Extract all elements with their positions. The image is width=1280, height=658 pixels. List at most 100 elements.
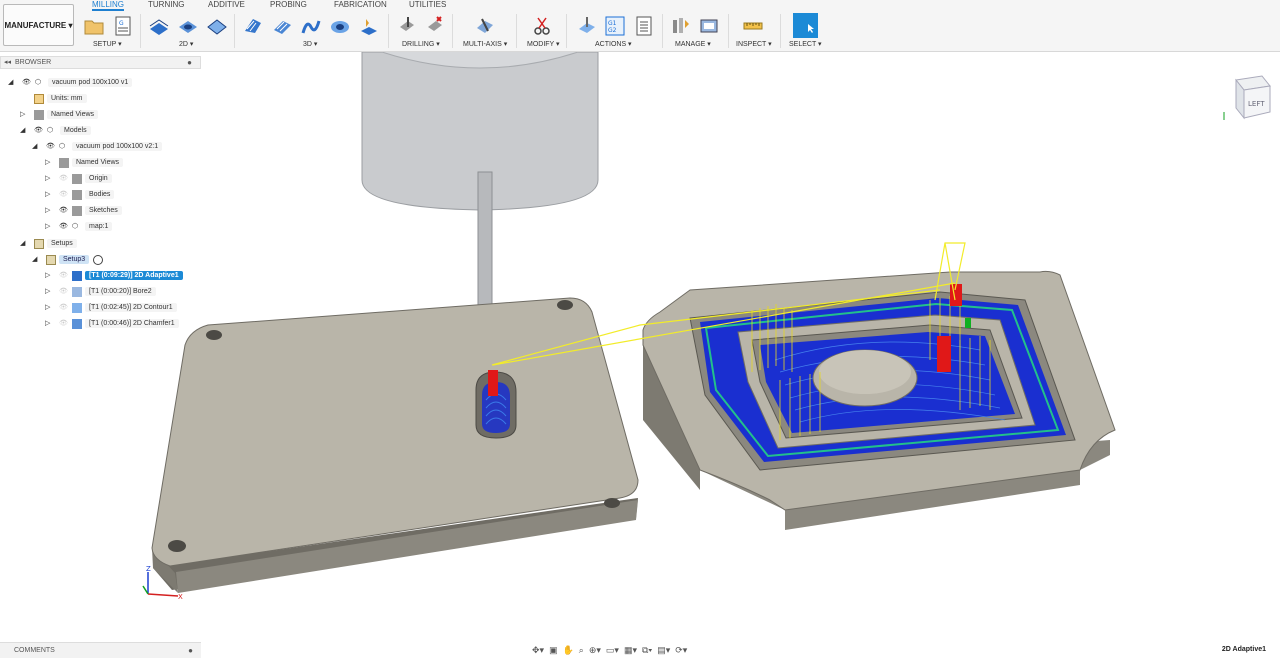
expand-arrow-icon[interactable]: ◢	[32, 255, 40, 265]
drill-icon[interactable]	[396, 15, 418, 37]
visibility-eye-icon[interactable]: 👁	[59, 206, 69, 216]
3d-parallel-icon[interactable]	[300, 15, 322, 37]
3d-adaptive-icon[interactable]	[242, 15, 264, 37]
multi-axis-icon[interactable]	[474, 15, 496, 37]
refresh-view-icon[interactable]: ⟳▾	[675, 645, 687, 656]
pan-hand-icon[interactable]: ✋	[563, 645, 574, 656]
visibility-eye-hidden-icon[interactable]: 👁	[59, 319, 69, 329]
group-2d[interactable]: 2D ▾	[179, 40, 193, 48]
visibility-eye-icon[interactable]: 👁	[46, 142, 56, 152]
tree-row-named-views[interactable]: ▷ Named Views	[20, 107, 99, 122]
tree-row-setup3[interactable]: ◢ Setup3	[32, 252, 106, 267]
post-process-icon[interactable]: G1G2	[604, 15, 626, 37]
tree-row-bodies[interactable]: ▷ 👁 Bodies	[45, 187, 115, 202]
nc-program-icon[interactable]: G	[112, 15, 134, 37]
expand-arrow-icon[interactable]: ▷	[45, 158, 53, 168]
expand-arrow-icon[interactable]: ◢	[32, 142, 40, 152]
select-cursor-icon[interactable]	[793, 13, 818, 38]
tree-row-document[interactable]: ◢ 👁 ⬡ vacuum pod 100x100 v1	[8, 75, 133, 90]
tab-utilities[interactable]: UTILITIES	[409, 0, 446, 11]
expand-arrow-icon[interactable]: ▷	[45, 271, 53, 281]
browser-options-icon[interactable]: ●	[187, 57, 192, 69]
add-comment-icon[interactable]: ●	[188, 643, 193, 658]
2d-adaptive-icon[interactable]	[148, 15, 170, 37]
grid-settings-icon[interactable]: ▦▾	[624, 645, 637, 656]
comments-panel[interactable]: COMMENTS ●	[0, 642, 201, 658]
expand-arrow-icon[interactable]: ◢	[20, 239, 28, 249]
look-at-icon[interactable]: ▣	[549, 645, 558, 656]
thread-icon[interactable]	[424, 15, 446, 37]
expand-arrow-icon[interactable]: ▷	[20, 110, 28, 120]
expand-arrow-icon[interactable]: ◢	[20, 126, 28, 136]
tree-row-models[interactable]: ◢ 👁 ⬡ Models	[20, 123, 91, 138]
machine-library-icon[interactable]	[698, 15, 720, 37]
setup-sheet-icon[interactable]	[633, 15, 655, 37]
visibility-eye-icon[interactable]: 👁	[22, 78, 32, 88]
scissors-icon[interactable]	[531, 15, 553, 37]
expand-arrow-icon[interactable]: ▷	[45, 222, 53, 232]
visibility-eye-hidden-icon[interactable]: 👁	[59, 190, 69, 200]
tree-row-2d-chamfer[interactable]: ▷ 👁 [T1 (0:00:46)] 2D Chamfer1	[45, 316, 179, 331]
expand-arrow-icon[interactable]: ▷	[45, 303, 53, 313]
tab-probing[interactable]: PROBING	[270, 0, 307, 11]
tree-row-origin[interactable]: ▷ 👁 Origin	[45, 171, 112, 186]
group-inspect[interactable]: INSPECT ▾	[736, 40, 772, 48]
viewports-icon[interactable]: ⧉▾	[642, 645, 652, 656]
active-setup-radio-icon[interactable]	[93, 254, 104, 265]
fit-zoom-icon[interactable]: ⊕▾	[589, 645, 601, 656]
viewcube[interactable]: LEFT	[1222, 72, 1272, 122]
visibility-eye-hidden-icon[interactable]: 👁	[59, 174, 69, 184]
expand-arrow-icon[interactable]: ▷	[45, 319, 53, 329]
visibility-eye-hidden-icon[interactable]: 👁	[59, 287, 69, 297]
expand-arrow-icon[interactable]: ▷	[45, 190, 53, 200]
visibility-eye-icon[interactable]: 👁	[34, 126, 44, 136]
tab-additive[interactable]: ADDITIVE	[208, 0, 245, 11]
simulate-icon[interactable]	[576, 15, 598, 37]
3d-pocket-icon[interactable]	[271, 15, 293, 37]
group-drilling[interactable]: DRILLING ▾	[402, 40, 440, 48]
tree-row-units[interactable]: Units: mm	[34, 91, 87, 106]
2d-contour-icon[interactable]	[206, 15, 228, 37]
expand-arrow-icon[interactable]: ▷	[45, 206, 53, 216]
tree-row-setups[interactable]: ◢ Setups	[20, 236, 77, 251]
new-setup-icon[interactable]	[83, 15, 105, 37]
expand-arrow-icon[interactable]: ▷	[45, 287, 53, 297]
tree-row-2d-contour[interactable]: ▷ 👁 [T1 (0:02:45)] 2D Contour1	[45, 300, 177, 315]
3d-radial-icon[interactable]	[329, 15, 351, 37]
tree-row-2d-adaptive[interactable]: ▷ 👁 [T1 (0:09:29)] 2D Adaptive1	[45, 268, 183, 283]
tab-fabrication[interactable]: FABRICATION	[334, 0, 387, 11]
group-multi-axis[interactable]: MULTI-AXIS ▾	[463, 40, 507, 48]
tree-label: Setup3	[59, 255, 90, 264]
navigation-bar: ✥▾ ▣ ✋ ⌕ ⊕▾ ▭▾ ▦▾ ⧉▾ ▤▾ ⟳▾	[532, 642, 752, 658]
group-3d[interactable]: 3D ▾	[303, 40, 317, 48]
tree-row-model-named-views[interactable]: ▷ Named Views	[45, 155, 124, 170]
orbit-icon[interactable]: ✥▾	[532, 645, 544, 656]
group-select[interactable]: SELECT ▾	[789, 40, 822, 48]
workspace-switcher[interactable]: MANUFACTURE ▾	[3, 4, 74, 46]
group-modify[interactable]: MODIFY ▾	[527, 40, 560, 48]
tree-row-model-instance[interactable]: ◢ 👁 ⬡ vacuum pod 100x100 v2:1	[32, 139, 163, 154]
tree-row-bore[interactable]: ▷ 👁 [T1 (0:00:20)] Bore2	[45, 284, 156, 299]
expand-arrow-icon[interactable]: ◢	[8, 78, 16, 88]
collapse-panel-icon[interactable]: ◂◂	[4, 57, 11, 69]
tab-milling[interactable]: MILLING	[92, 0, 125, 11]
expand-arrow-icon[interactable]: ▷	[45, 174, 53, 184]
group-setup[interactable]: SETUP ▾	[93, 40, 122, 48]
tree-row-sketches[interactable]: ▷ 👁 Sketches	[45, 203, 122, 218]
2d-pocket-icon[interactable]	[177, 15, 199, 37]
tool-library-icon[interactable]	[670, 15, 692, 37]
visibility-eye-hidden-icon[interactable]: 👁	[59, 271, 69, 281]
tree-row-map[interactable]: ▷ 👁 ⬡ map:1	[45, 219, 113, 234]
zoom-window-icon[interactable]: ⌕	[579, 645, 584, 656]
group-actions[interactable]: ACTIONS ▾	[595, 40, 632, 48]
tab-turning[interactable]: TURNING	[148, 0, 184, 11]
measure-icon[interactable]	[742, 15, 764, 37]
environment-icon[interactable]: ▤▾	[657, 645, 670, 656]
group-manage[interactable]: MANAGE ▾	[675, 40, 711, 48]
3d-flow-icon[interactable]	[358, 15, 380, 37]
visibility-eye-hidden-icon[interactable]: 👁	[59, 303, 69, 313]
visibility-eye-icon[interactable]: 👁	[59, 222, 69, 232]
display-settings-icon[interactable]: ▭▾	[606, 645, 619, 656]
tree-label: [T1 (0:09:29)] 2D Adaptive1	[85, 271, 183, 280]
toolbar: MANUFACTURE ▾ MILLING TURNING ADDITIVE P…	[0, 0, 1280, 52]
